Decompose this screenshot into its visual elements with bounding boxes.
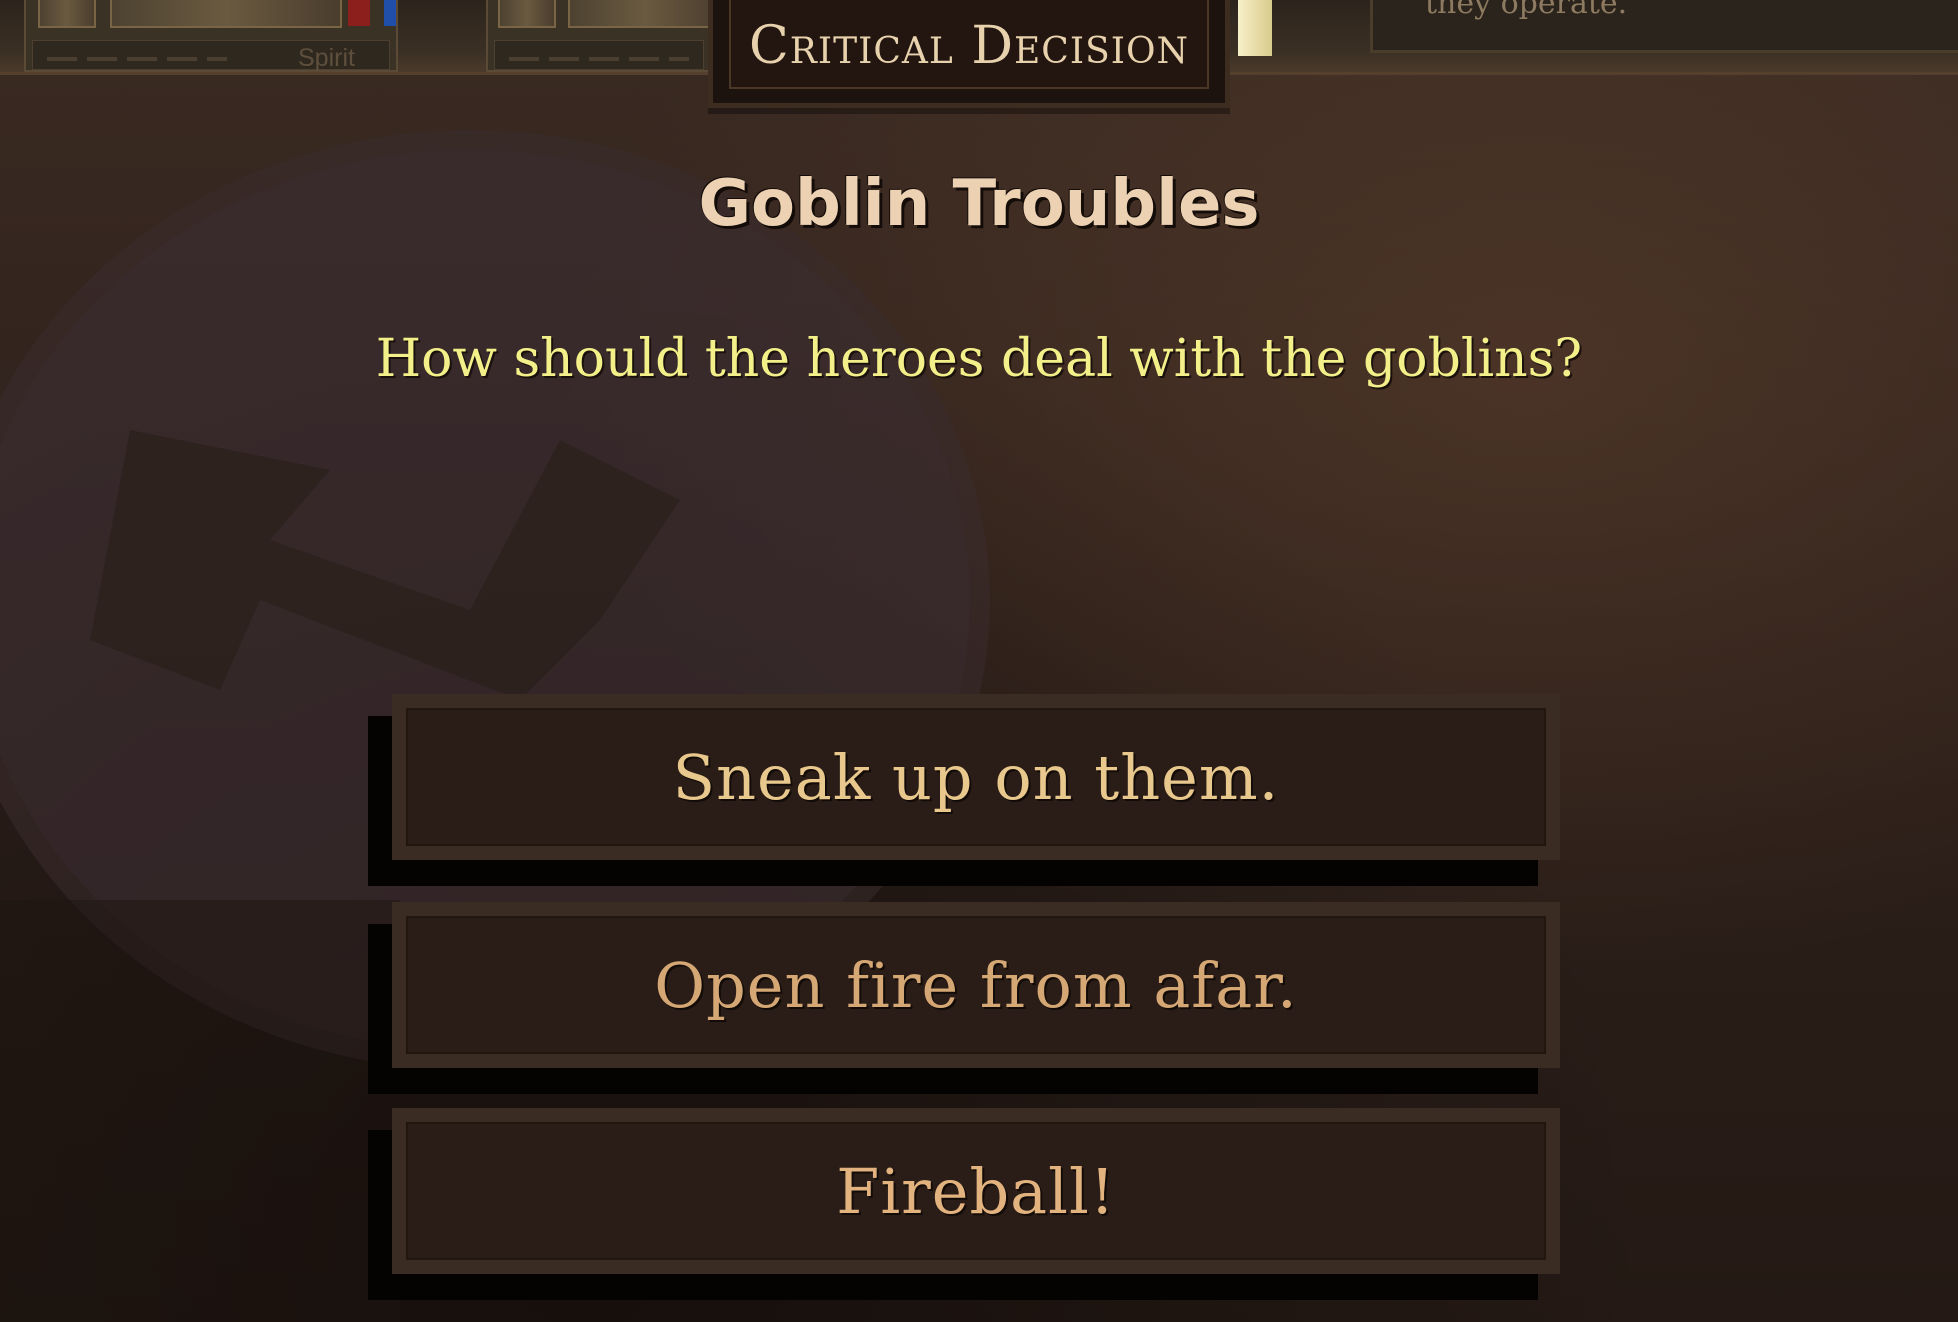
hero-icon — [38, 0, 96, 28]
stat-dashes — [509, 57, 689, 61]
hero-portrait-card[interactable] — [486, 0, 722, 72]
choice-button-fireball[interactable]: Fireball! — [368, 1108, 1560, 1300]
critical-decision-label: Critical Decision — [749, 16, 1189, 76]
choice-label: Open fire from afar. — [654, 948, 1298, 1022]
choice-label: Fireball! — [836, 1154, 1116, 1228]
portrait-stats — [494, 40, 704, 70]
narrative-text: they operate. — [1425, 0, 1628, 21]
choice-button-sneak[interactable]: Sneak up on them. — [368, 694, 1560, 886]
spirit-label: Spirit — [298, 44, 355, 72]
hero-portrait — [568, 0, 722, 28]
hero-portrait — [110, 0, 342, 28]
hero-icon — [498, 0, 556, 28]
game-screen: Spirit they operate. Critical Decision G… — [0, 0, 1958, 1322]
event-title: Goblin Troubles — [698, 167, 1260, 241]
gold-bar — [1238, 0, 1272, 56]
choice-label: Sneak up on them. — [672, 740, 1280, 814]
choice-button-open-fire[interactable]: Open fire from afar. — [368, 902, 1560, 1094]
stat-dashes — [47, 57, 227, 61]
tab-inner: Critical Decision — [729, 0, 1209, 89]
event-question: How should the heroes deal with the gobl… — [375, 329, 1583, 389]
narrative-panel: they operate. — [1370, 0, 1958, 53]
health-bar — [348, 0, 370, 26]
mana-bar — [384, 0, 396, 26]
critical-decision-tab: Critical Decision — [708, 0, 1230, 108]
